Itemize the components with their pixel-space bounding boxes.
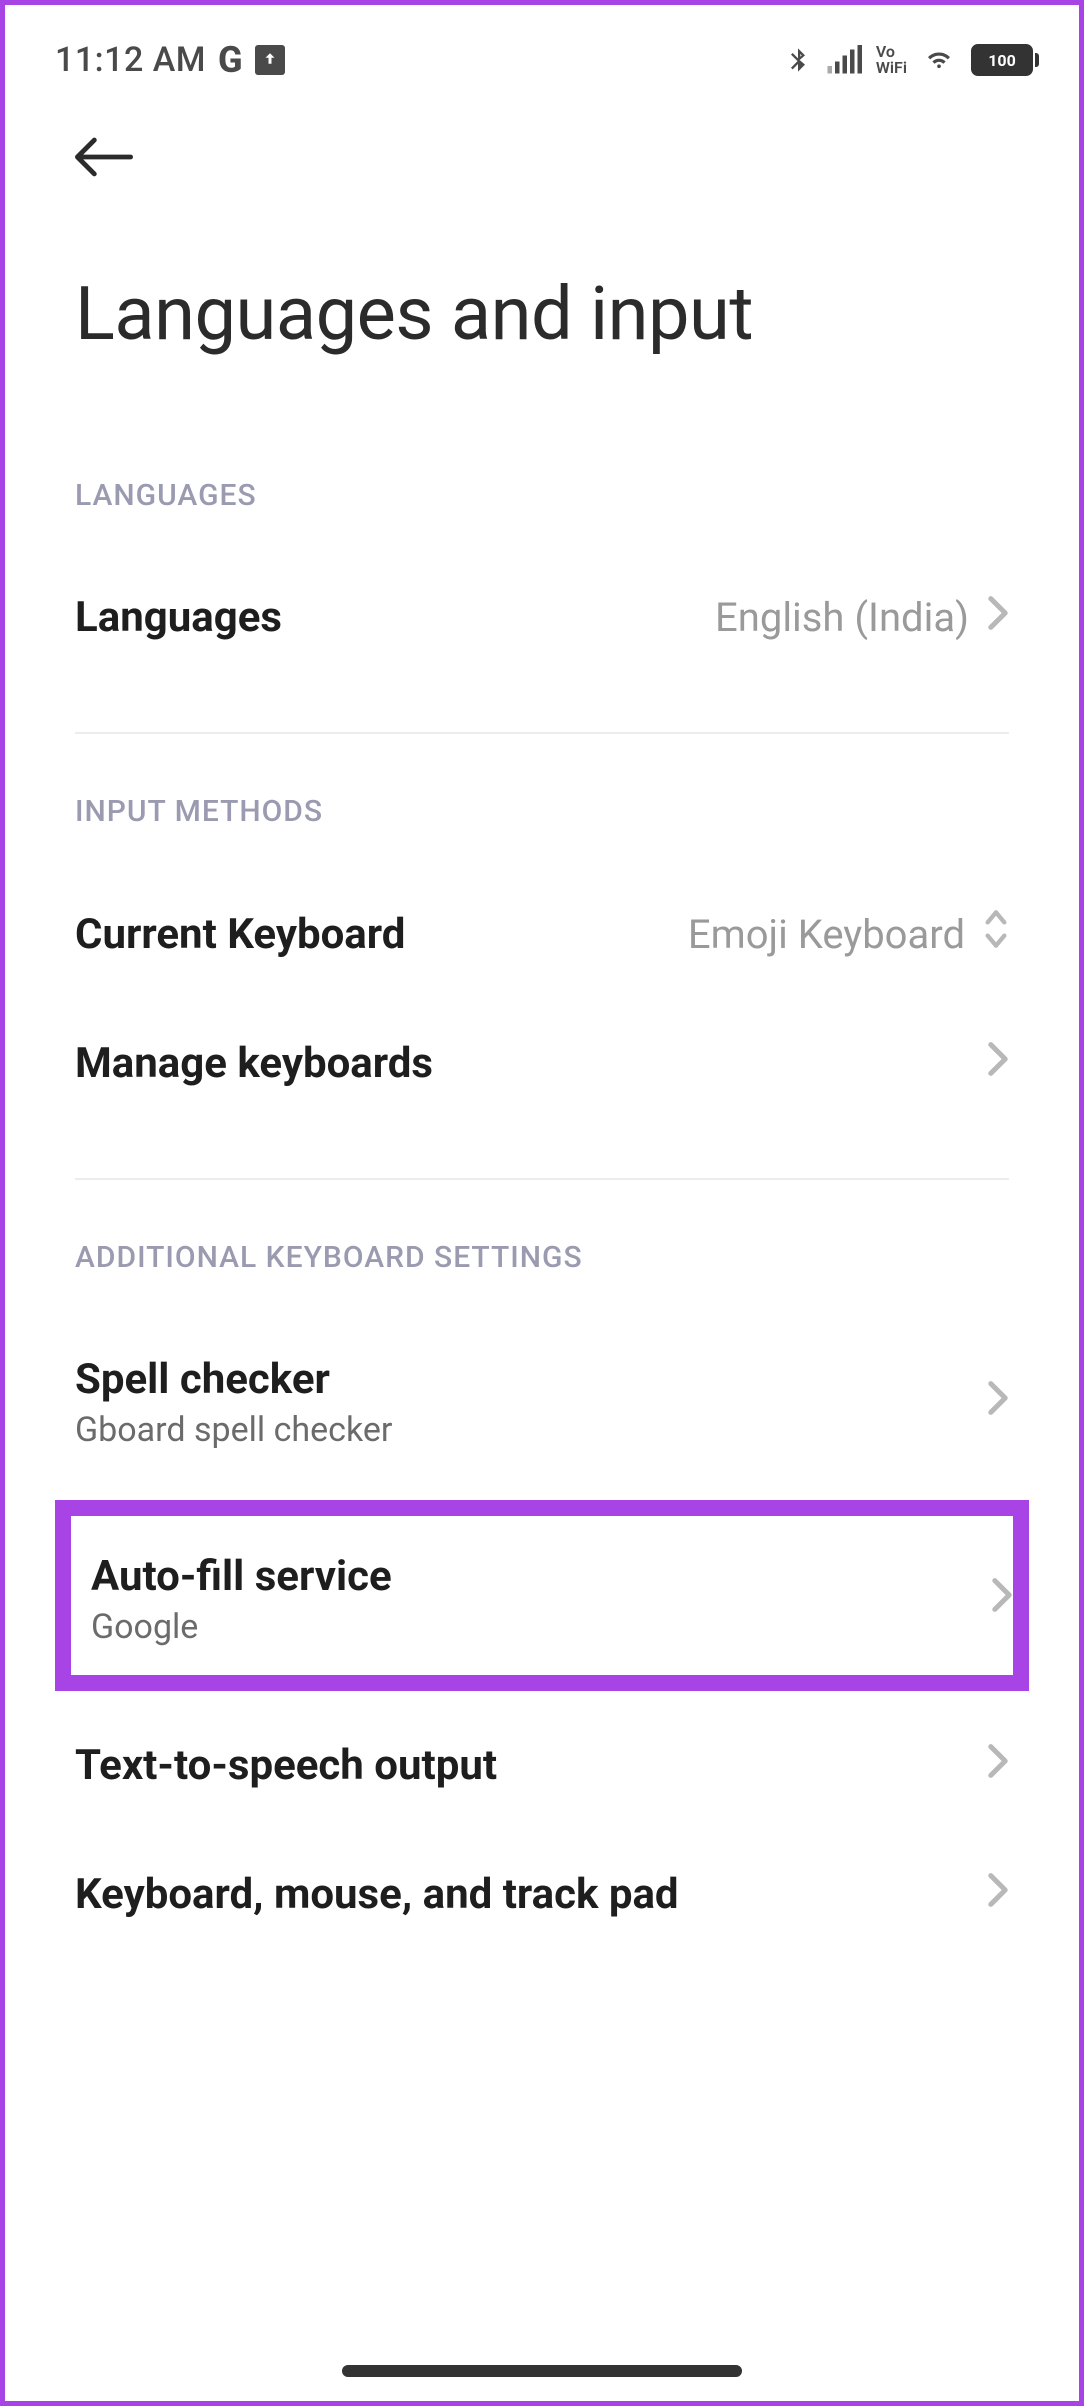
vowifi-icon: VoWiFi [876, 44, 907, 76]
signal-icon [826, 45, 862, 75]
row-value-current-keyboard: Emoji Keyboard [688, 911, 965, 958]
chevron-right-icon [987, 1871, 1009, 1918]
back-button[interactable] [75, 162, 133, 181]
status-time: 11:12 AM [55, 40, 206, 80]
row-tts[interactable]: Text-to-speech output [75, 1701, 1009, 1830]
row-autofill[interactable]: Auto-fill service Google [91, 1516, 993, 1675]
updown-icon [983, 909, 1009, 959]
status-right: VoWiFi 100 [784, 42, 1039, 78]
chevron-right-icon [991, 1576, 1013, 1623]
row-label-current-keyboard: Current Keyboard [75, 910, 405, 959]
section-header-languages: LANGUAGES [75, 418, 1009, 553]
chevron-right-icon [987, 1742, 1009, 1789]
row-current-keyboard[interactable]: Current Keyboard Emoji Keyboard [75, 869, 1009, 999]
highlight-autofill: Auto-fill service Google [55, 1500, 1029, 1691]
row-label-languages: Languages [75, 593, 282, 642]
row-label-manage-keyboards: Manage keyboards [75, 1039, 433, 1088]
row-value-languages: English (India) [715, 594, 969, 641]
row-label-tts: Text-to-speech output [75, 1741, 497, 1790]
row-manage-keyboards[interactable]: Manage keyboards [75, 999, 1009, 1128]
chevron-right-icon [987, 1379, 1009, 1426]
row-spell-checker[interactable]: Spell checker Gboard spell checker [75, 1315, 1009, 1490]
bluetooth-icon [784, 42, 812, 78]
status-left: 11:12 AM G [55, 39, 285, 81]
row-languages[interactable]: Languages English (India) [75, 553, 1009, 682]
wifi-icon [921, 45, 957, 75]
row-sublabel-autofill: Google [91, 1607, 392, 1647]
row-kbm[interactable]: Keyboard, mouse, and track pad [75, 1830, 1009, 1959]
google-icon: G [218, 39, 243, 81]
page-title: Languages and input [5, 181, 1079, 418]
battery-icon: 100 [971, 44, 1039, 76]
row-sublabel-spell-checker: Gboard spell checker [75, 1410, 392, 1450]
row-label-spell-checker: Spell checker [75, 1355, 392, 1404]
row-label-kbm: Keyboard, mouse, and track pad [75, 1870, 679, 1919]
section-header-input-methods: INPUT METHODS [75, 734, 1009, 869]
upload-icon [255, 45, 285, 75]
chevron-right-icon [987, 1040, 1009, 1087]
row-label-autofill: Auto-fill service [91, 1552, 392, 1601]
gesture-bar[interactable] [342, 2365, 742, 2377]
section-additional: ADDITIONAL KEYBOARD SETTINGS Spell check… [5, 1180, 1079, 1959]
section-input-methods: INPUT METHODS Current Keyboard Emoji Key… [5, 734, 1079, 1128]
section-header-additional: ADDITIONAL KEYBOARD SETTINGS [75, 1180, 1009, 1315]
section-languages: LANGUAGES Languages English (India) [5, 418, 1079, 682]
chevron-right-icon [987, 594, 1009, 641]
status-bar: 11:12 AM G VoWiFi 100 [5, 5, 1079, 97]
